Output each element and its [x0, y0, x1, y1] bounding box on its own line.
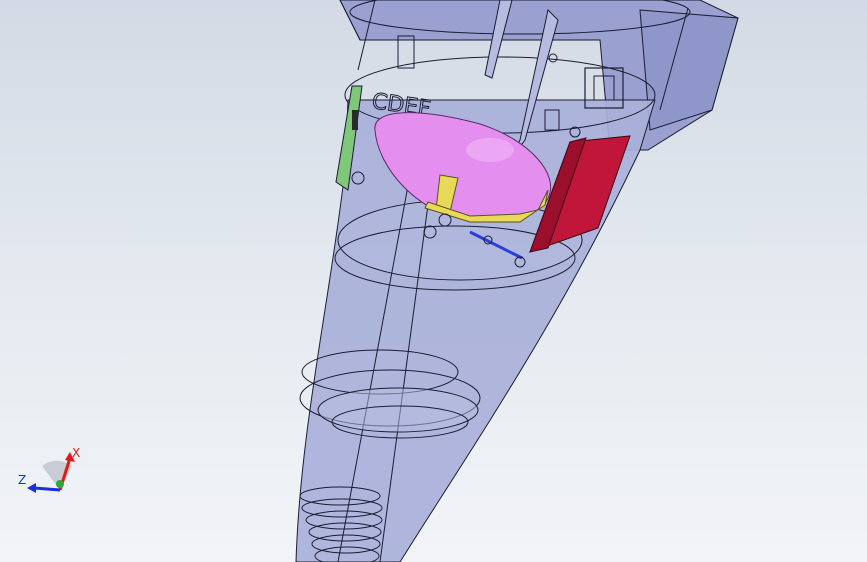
3d-viewport[interactable]: CDEF X Z	[0, 0, 867, 562]
x-axis-label: X	[72, 446, 80, 460]
z-axis-label: Z	[18, 473, 26, 487]
model-view[interactable]: CDEF	[0, 0, 867, 562]
y-axis-icon	[56, 480, 64, 488]
axis-triad-icon: X Z	[18, 446, 80, 493]
z-axis-icon	[33, 486, 61, 492]
